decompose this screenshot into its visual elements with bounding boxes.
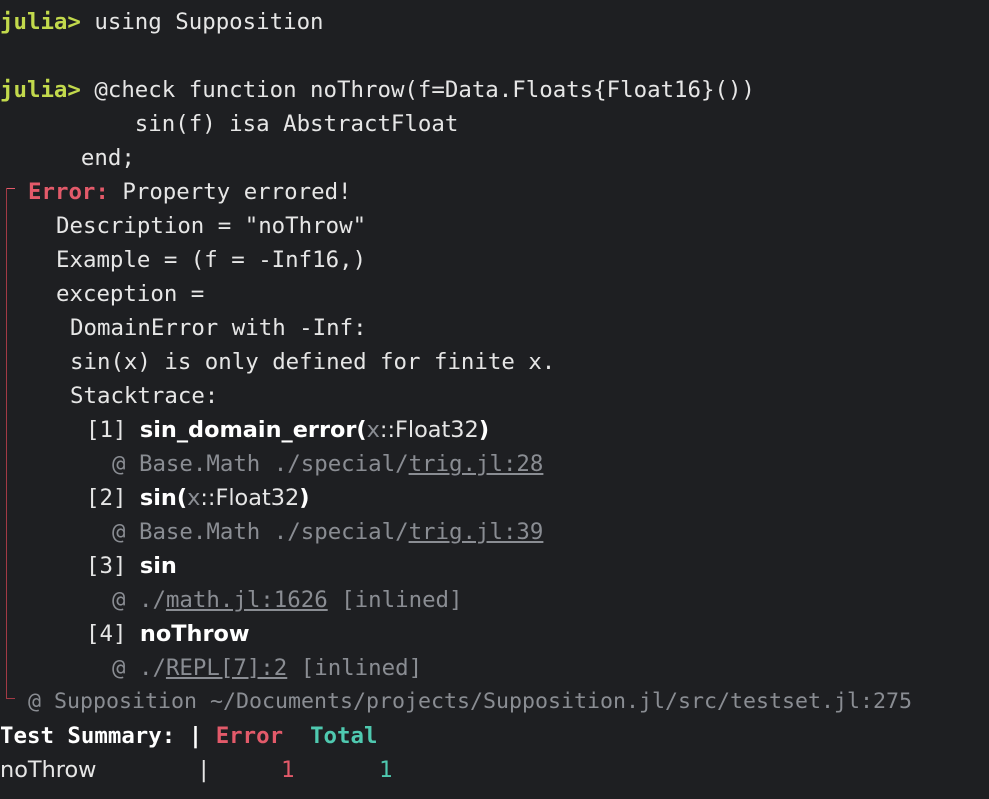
- repl-line-using: julia> using Supposition: [0, 5, 324, 39]
- stack-frame-3-location: @ ./math.jl:1626 [inlined]: [112, 583, 463, 617]
- frame-inlined: [inlined]: [287, 655, 423, 681]
- at-sign: @: [112, 519, 139, 545]
- frame-module: ./: [138, 587, 166, 613]
- frame-file-link[interactable]: trig.jl:28: [409, 451, 544, 477]
- summary-error-column: Error: [215, 723, 284, 749]
- error-bracket-top: [6, 188, 15, 189]
- error-header: Error: Property errored!: [28, 175, 352, 209]
- source-location: @ Supposition ~/Documents/projects/Suppo…: [28, 689, 913, 714]
- summary-row-name: noThrow: [0, 757, 97, 783]
- frame-inlined: [inlined]: [327, 587, 463, 613]
- summary-separator: |: [175, 723, 216, 749]
- frame-function: sin: [139, 553, 177, 579]
- stacktrace-label: Stacktrace:: [70, 383, 219, 409]
- frame-paren-close: ): [478, 417, 490, 443]
- summary-error-count: 1: [281, 757, 295, 783]
- error-exception: exception =: [56, 281, 205, 307]
- frame-paren-close: ): [299, 485, 310, 511]
- error-bracket: [6, 188, 7, 698]
- frame-paren-open: (: [176, 485, 188, 511]
- at-sign: @: [112, 655, 139, 681]
- repl-line-check: julia> @check function noThrow(f=Data.Fl…: [0, 73, 755, 107]
- test-summary-header: Test Summary: | Error Total: [0, 719, 377, 753]
- stack-frame-4: [4] noThrow: [86, 617, 250, 651]
- frame-file-link[interactable]: trig.jl:39: [409, 519, 544, 545]
- frame-module: Base.Math ./special/: [138, 451, 409, 477]
- summary-total-count: 1: [379, 757, 393, 783]
- stack-frame-1-location: @ Base.Math ./special/trig.jl:28: [112, 447, 543, 481]
- frame-file-link[interactable]: math.jl:1626: [166, 587, 328, 613]
- frame-function: noThrow: [139, 621, 250, 647]
- error-detail: sin(x) is only defined for finite x.: [70, 349, 556, 375]
- stack-frame-4-location: @ ./REPL[7]:2 [inlined]: [112, 651, 422, 685]
- frame-paren-open: (: [356, 417, 367, 443]
- summary-label: Test Summary:: [0, 723, 176, 749]
- frame-file-link[interactable]: REPL[7]:2: [166, 655, 287, 681]
- terminal-window[interactable]: julia> using Supposition julia> @check f…: [0, 0, 989, 799]
- frame-arg: x: [366, 417, 380, 443]
- frame-index: [1]: [86, 417, 140, 443]
- test-summary-row: noThrow: [0, 753, 96, 787]
- error-label: Error:: [28, 179, 109, 205]
- repl-prompt: julia>: [0, 9, 81, 35]
- summary-total-column: Total: [310, 723, 378, 749]
- error-example: Example = (f = -Inf16,): [56, 247, 367, 273]
- repl-line-end: end;: [0, 145, 135, 171]
- repl-command: @check function noThrow(f=Data.Floats{Fl…: [80, 77, 755, 103]
- error-message: Property errored!: [108, 179, 352, 205]
- summary-row-separator: |: [197, 757, 211, 783]
- frame-type: ::Float32: [379, 417, 479, 443]
- frame-index: [2]: [86, 485, 140, 511]
- frame-index: [3]: [86, 553, 140, 579]
- repl-line-body: sin(f) isa AbstractFloat: [0, 111, 459, 137]
- repl-prompt: julia>: [0, 77, 81, 103]
- error-description: Description = "noThrow": [56, 213, 367, 239]
- frame-index: [4]: [86, 621, 140, 647]
- frame-function: sin: [139, 485, 177, 511]
- repl-command: using Supposition: [80, 9, 324, 35]
- at-sign: @: [112, 451, 139, 477]
- stack-frame-2: [2] sin(x::Float32): [86, 481, 310, 515]
- at-sign: @: [112, 587, 139, 613]
- frame-function: sin_domain_error: [139, 417, 357, 443]
- frame-module: Base.Math ./special/: [138, 519, 409, 545]
- frame-arg: x: [187, 485, 201, 511]
- stack-frame-1: [1] sin_domain_error(x::Float32): [86, 413, 489, 447]
- error-bracket-bottom: [6, 698, 15, 699]
- stack-frame-3: [3] sin: [86, 549, 177, 583]
- domain-error: DomainError with -Inf:: [70, 315, 367, 341]
- frame-type: ::Float32: [200, 485, 300, 511]
- frame-module: ./: [138, 655, 166, 681]
- stack-frame-2-location: @ Base.Math ./special/trig.jl:39: [112, 515, 543, 549]
